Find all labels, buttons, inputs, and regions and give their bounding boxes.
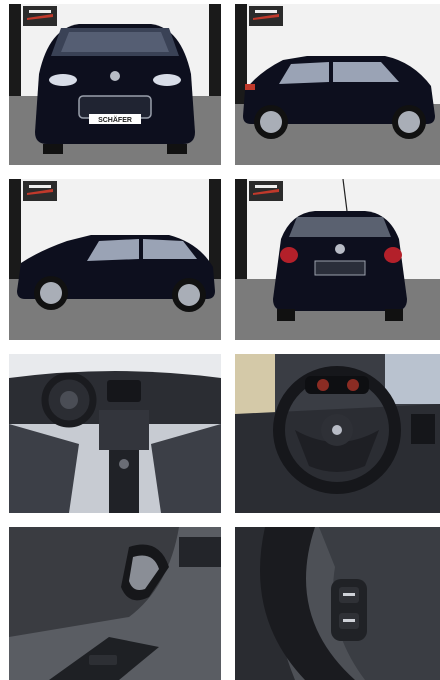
photo-tile-dashboard[interactable] [9, 354, 221, 513]
car-side-left-image [9, 179, 221, 340]
photo-tile-side-left[interactable] [9, 179, 221, 340]
photo-tile-door-handle[interactable] [9, 527, 221, 680]
photo-tile-rear[interactable] [235, 179, 440, 340]
dealer-logo-icon [249, 181, 283, 201]
car-front-image: SCHÄFER [9, 4, 221, 165]
interior-dashboard-image [9, 354, 221, 513]
photo-tile-front[interactable]: SCHÄFER [9, 4, 221, 165]
dealer-logo-icon [23, 181, 57, 201]
interior-wheel-controls-image [235, 527, 440, 680]
car-rear-image [235, 179, 440, 340]
peugeot-lion-icon [110, 71, 120, 81]
dealer-logo-icon [23, 6, 57, 26]
interior-door-handle-image [9, 527, 221, 680]
car-side-right-image [235, 4, 440, 165]
dealer-logo-icon [249, 6, 283, 26]
photo-tile-side-right[interactable] [235, 4, 440, 165]
interior-steering-wheel-image [235, 354, 440, 513]
plate-text: SCHÄFER [98, 116, 132, 124]
peugeot-lion-icon [335, 244, 345, 254]
photo-tile-steering-wheel[interactable] [235, 354, 440, 513]
peugeot-lion-icon [332, 425, 342, 435]
photo-tile-wheel-controls[interactable] [235, 527, 440, 680]
